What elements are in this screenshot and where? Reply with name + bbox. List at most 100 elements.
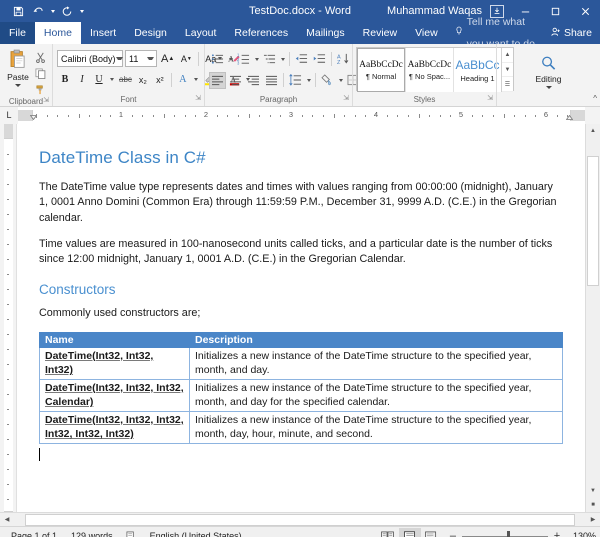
page-indicator[interactable]: Page 1 of 1 — [4, 531, 64, 537]
justify-icon[interactable] — [263, 72, 280, 89]
tab-review[interactable]: Review — [354, 22, 406, 44]
ruler-track[interactable]: 1 2 3 4 5 6 — [18, 107, 585, 124]
select-browse-object-button[interactable]: ■ — [586, 498, 600, 512]
scroll-left-button[interactable]: ◀ — [0, 513, 14, 527]
tab-home[interactable]: Home — [35, 22, 81, 44]
tab-mailings[interactable]: Mailings — [297, 22, 354, 44]
superscript-button[interactable]: x² — [152, 71, 168, 88]
tab-stop-selector[interactable]: L — [0, 107, 18, 124]
tab-file[interactable]: File — [0, 22, 35, 44]
numbering-icon[interactable]: 123 — [235, 51, 252, 68]
read-mode-view-button[interactable] — [377, 528, 399, 537]
vertical-scroll-thumb[interactable] — [587, 156, 599, 286]
shading-dropdown-icon[interactable] — [337, 72, 344, 89]
font-family-combo[interactable]: Calibri (Body) — [57, 50, 123, 67]
font-dialog-launcher-icon[interactable]: ⇲ — [195, 93, 201, 105]
italic-button[interactable]: I — [74, 71, 90, 88]
document-page-area[interactable]: DateTime Class in C# The DateTime value … — [17, 124, 585, 512]
style-heading-1[interactable]: AaBbCс Heading 1 — [453, 48, 501, 92]
tab-design[interactable]: Design — [125, 22, 176, 44]
shading-icon[interactable] — [319, 72, 336, 89]
numbering-dropdown-icon[interactable] — [253, 51, 260, 68]
right-indent-marker-icon[interactable] — [566, 107, 573, 112]
editing-button[interactable]: Editing — [530, 51, 568, 89]
tab-insert[interactable]: Insert — [81, 22, 125, 44]
minimize-button[interactable] — [510, 0, 540, 22]
line-spacing-dropdown-icon[interactable] — [305, 72, 312, 89]
account-card-icon[interactable] — [490, 5, 504, 18]
sort-icon[interactable]: AZ — [335, 51, 352, 68]
tell-me-search[interactable]: Tell me what you want to do — [447, 22, 543, 44]
scroll-up-button[interactable]: ▲ — [586, 124, 600, 138]
grow-font-button[interactable]: A▲ — [159, 50, 176, 67]
multilevel-list-icon[interactable] — [261, 51, 278, 68]
format-painter-icon[interactable] — [32, 82, 48, 96]
paste-button[interactable]: Paste — [4, 48, 32, 87]
align-center-icon[interactable] — [227, 72, 244, 89]
styles-dialog-launcher-icon[interactable]: ⇲ — [487, 93, 493, 105]
strikethrough-button[interactable]: abc — [117, 71, 134, 88]
share-button[interactable]: Share — [543, 22, 600, 44]
scroll-right-button[interactable]: ▶ — [586, 513, 600, 527]
tab-view[interactable]: View — [406, 22, 447, 44]
chevron-down-icon[interactable] — [147, 57, 154, 60]
scroll-down-button[interactable]: ▼ — [586, 484, 600, 498]
tab-layout[interactable]: Layout — [176, 22, 226, 44]
document-content[interactable]: DateTime Class in C# The DateTime value … — [17, 124, 585, 461]
align-right-icon[interactable] — [245, 72, 262, 89]
font-size-combo[interactable]: 11 — [125, 50, 157, 67]
text-effects-icon[interactable]: A — [175, 71, 191, 88]
zoom-slider-track[interactable] — [462, 536, 548, 537]
save-icon[interactable] — [8, 1, 28, 21]
vertical-scroll-track[interactable] — [586, 138, 600, 484]
underline-dropdown-icon[interactable] — [108, 71, 116, 88]
vertical-ruler[interactable] — [0, 124, 17, 512]
close-button[interactable] — [570, 0, 600, 22]
text-effects-dropdown-icon[interactable] — [192, 71, 200, 88]
editing-dropdown-icon[interactable] — [546, 86, 552, 89]
horizontal-scrollbar[interactable]: ◀ ▶ — [0, 512, 600, 526]
customize-qat-icon[interactable] — [77, 1, 86, 21]
bullets-icon[interactable] — [209, 51, 226, 68]
paragraph-dialog-launcher-icon[interactable]: ⇲ — [343, 93, 349, 105]
first-line-indent-marker-icon[interactable] — [30, 107, 37, 112]
line-spacing-icon[interactable] — [287, 72, 304, 89]
undo-dropdown-icon[interactable] — [48, 1, 57, 21]
decrease-indent-icon[interactable] — [293, 51, 310, 68]
horizontal-scroll-track[interactable] — [14, 513, 586, 527]
copy-icon[interactable] — [32, 66, 48, 80]
zoom-out-button[interactable]: – — [447, 530, 459, 537]
zoom-slider-thumb[interactable] — [507, 531, 510, 537]
redo-icon[interactable] — [57, 1, 77, 21]
bold-button[interactable]: B — [57, 71, 73, 88]
zoom-in-button[interactable]: + — [551, 530, 563, 537]
align-left-icon[interactable] — [209, 72, 226, 89]
cut-icon[interactable] — [32, 50, 48, 64]
zoom-level[interactable]: 130% — [567, 531, 596, 537]
subscript-button[interactable]: x₂ — [135, 71, 151, 88]
left-indent-marker-icon[interactable] — [30, 118, 37, 123]
paste-dropdown-icon[interactable] — [15, 84, 21, 87]
collapse-ribbon-button[interactable]: ^ — [593, 93, 597, 105]
document-page[interactable]: DateTime Class in C# The DateTime value … — [17, 124, 585, 512]
multilevel-dropdown-icon[interactable] — [279, 51, 286, 68]
underline-button[interactable]: U — [91, 71, 107, 88]
print-layout-view-button[interactable] — [399, 528, 421, 537]
tab-references[interactable]: References — [225, 22, 297, 44]
style-normal[interactable]: AaBbCcDc ¶ Normal — [357, 48, 405, 92]
style-no-spacing[interactable]: AaBbCcDc ¶ No Spac... — [405, 48, 453, 92]
chevron-down-icon[interactable] — [116, 57, 123, 60]
horizontal-scroll-thumb[interactable] — [25, 514, 574, 526]
increase-indent-icon[interactable] — [311, 51, 328, 68]
language-indicator[interactable]: English (United States) — [143, 531, 249, 537]
word-count[interactable]: 129 words — [64, 531, 120, 537]
proofing-errors-icon[interactable]: ✓ — [120, 531, 143, 537]
shrink-font-button[interactable]: A▼ — [178, 50, 194, 67]
web-layout-view-button[interactable] — [421, 528, 443, 537]
bullets-dropdown-icon[interactable] — [227, 51, 234, 68]
zoom-slider[interactable]: – + — [443, 530, 567, 537]
vertical-scrollbar[interactable]: ▲ ▼ ■ — [585, 124, 600, 512]
maximize-button[interactable] — [540, 0, 570, 22]
undo-icon[interactable] — [28, 1, 48, 21]
clipboard-dialog-launcher-icon[interactable]: ⇲ — [43, 95, 49, 107]
